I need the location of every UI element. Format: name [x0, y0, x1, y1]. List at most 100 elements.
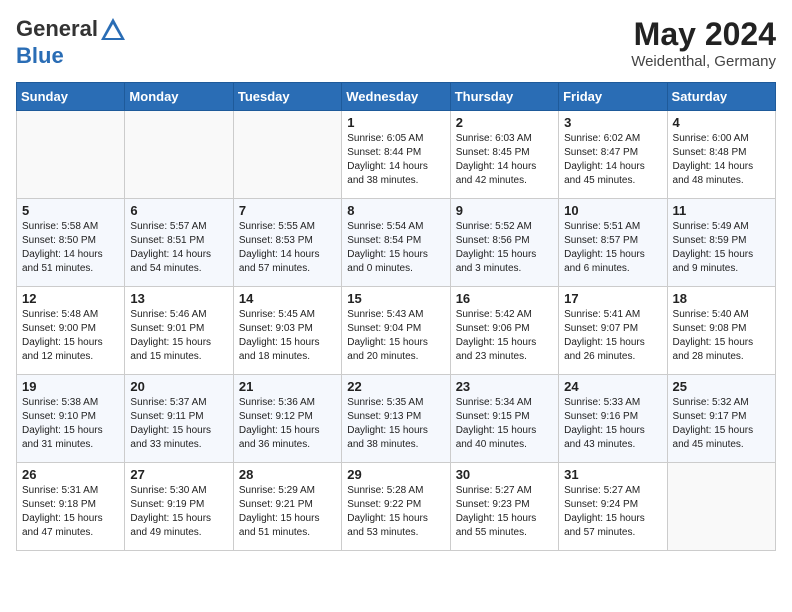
- calendar-cell: 22 Sunrise: 5:35 AM Sunset: 9:13 PM Dayli…: [342, 375, 450, 463]
- day-info: Sunrise: 5:30 AM Sunset: 9:19 PM Dayligh…: [130, 484, 227, 540]
- month-title: May 2024: [631, 16, 776, 53]
- day-info: Sunrise: 6:03 AM Sunset: 8:45 PM Dayligh…: [456, 132, 553, 188]
- calendar-cell: 8 Sunrise: 5:54 AM Sunset: 8:54 PM Daylig…: [342, 199, 450, 287]
- calendar-cell: 20Sunrise: 5:37 AM Sunset: 9:11 PM Dayli…: [125, 375, 233, 463]
- calendar-cell: 6 Sunrise: 5:57 AM Sunset: 8:51 PM Daylig…: [125, 199, 233, 287]
- day-info: Sunrise: 5:29 AM Sunset: 9:21 PM Dayligh…: [239, 484, 336, 540]
- day-info: Sunrise: 5:55 AM Sunset: 8:53 PM Dayligh…: [239, 220, 336, 276]
- day-info: Sunrise: 5:36 AM Sunset: 9:12 PM Dayligh…: [239, 396, 336, 452]
- day-number: 29: [347, 467, 444, 482]
- day-info: Sunrise: 5:33 AM Sunset: 9:16 PM Dayligh…: [564, 396, 661, 452]
- day-info: Sunrise: 5:51 AM Sunset: 8:57 PM Dayligh…: [564, 220, 661, 276]
- calendar-cell: 7 Sunrise: 5:55 AM Sunset: 8:53 PM Daylig…: [233, 199, 341, 287]
- day-number: 7: [239, 203, 336, 218]
- day-info: Sunrise: 5:49 AM Sunset: 8:59 PM Dayligh…: [673, 220, 770, 276]
- day-number: 18: [673, 291, 770, 306]
- calendar-cell: 2 Sunrise: 6:03 AM Sunset: 8:45 PM Daylig…: [450, 111, 558, 199]
- weekday-header: Thursday: [450, 83, 558, 111]
- day-number: 25: [673, 379, 770, 394]
- day-number: 13: [130, 291, 227, 306]
- day-info: Sunrise: 5:43 AM Sunset: 9:04 PM Dayligh…: [347, 308, 444, 364]
- day-info: Sunrise: 5:41 AM Sunset: 9:07 PM Dayligh…: [564, 308, 661, 364]
- location: Weidenthal, Germany: [631, 53, 776, 70]
- day-info: Sunrise: 5:42 AM Sunset: 9:06 PM Dayligh…: [456, 308, 553, 364]
- calendar-cell: 18 Sunrise: 5:40 AM Sunset: 9:08 PM Dayli…: [667, 287, 775, 375]
- calendar-cell: [17, 111, 125, 199]
- day-number: 17: [564, 291, 661, 306]
- calendar-cell: 24Sunrise: 5:33 AM Sunset: 9:16 PM Dayli…: [559, 375, 667, 463]
- calendar-cell: [667, 463, 775, 551]
- day-number: 22: [347, 379, 444, 394]
- logo: GeneralBlue: [16, 16, 128, 68]
- day-info: Sunrise: 5:52 AM Sunset: 8:56 PM Dayligh…: [456, 220, 553, 276]
- calendar-cell: 31 Sunrise: 5:27 AM Sunset: 9:24 PM Dayli…: [559, 463, 667, 551]
- calendar-cell: 5 Sunrise: 5:58 AM Sunset: 8:50 PM Daylig…: [17, 199, 125, 287]
- weekday-header: Monday: [125, 83, 233, 111]
- day-info: Sunrise: 6:02 AM Sunset: 8:47 PM Dayligh…: [564, 132, 661, 188]
- calendar-cell: 11 Sunrise: 5:49 AM Sunset: 8:59 PM Dayli…: [667, 199, 775, 287]
- day-number: 28: [239, 467, 336, 482]
- day-info: Sunrise: 5:37 AM Sunset: 9:11 PM Dayligh…: [130, 396, 227, 452]
- calendar-cell: 19Sunrise: 5:38 AM Sunset: 9:10 PM Dayli…: [17, 375, 125, 463]
- day-info: Sunrise: 6:05 AM Sunset: 8:44 PM Dayligh…: [347, 132, 444, 188]
- day-number: 6: [130, 203, 227, 218]
- weekday-header: Tuesday: [233, 83, 341, 111]
- day-info: Sunrise: 5:57 AM Sunset: 8:51 PM Dayligh…: [130, 220, 227, 276]
- day-info: Sunrise: 5:46 AM Sunset: 9:01 PM Dayligh…: [130, 308, 227, 364]
- day-number: 8: [347, 203, 444, 218]
- calendar-cell: 26 Sunrise: 5:31 AM Sunset: 9:18 PM Dayli…: [17, 463, 125, 551]
- day-info: Sunrise: 6:00 AM Sunset: 8:48 PM Dayligh…: [673, 132, 770, 188]
- calendar-cell: 12Sunrise: 5:48 AM Sunset: 9:00 PM Dayli…: [17, 287, 125, 375]
- calendar-table: SundayMondayTuesdayWednesdayThursdayFrid…: [16, 82, 776, 551]
- day-info: Sunrise: 5:45 AM Sunset: 9:03 PM Dayligh…: [239, 308, 336, 364]
- calendar-cell: 30Sunrise: 5:27 AM Sunset: 9:23 PM Dayli…: [450, 463, 558, 551]
- calendar-cell: 23 Sunrise: 5:34 AM Sunset: 9:15 PM Dayli…: [450, 375, 558, 463]
- weekday-header: Wednesday: [342, 83, 450, 111]
- day-number: 27: [130, 467, 227, 482]
- day-number: 2: [456, 115, 553, 130]
- calendar-cell: 27 Sunrise: 5:30 AM Sunset: 9:19 PM Dayli…: [125, 463, 233, 551]
- calendar-cell: 17 Sunrise: 5:41 AM Sunset: 9:07 PM Dayli…: [559, 287, 667, 375]
- day-number: 16: [456, 291, 553, 306]
- calendar-cell: 10 Sunrise: 5:51 AM Sunset: 8:57 PM Dayli…: [559, 199, 667, 287]
- day-number: 12: [22, 291, 119, 306]
- day-info: Sunrise: 5:40 AM Sunset: 9:08 PM Dayligh…: [673, 308, 770, 364]
- day-info: Sunrise: 5:38 AM Sunset: 9:10 PM Dayligh…: [22, 396, 119, 452]
- day-info: Sunrise: 5:54 AM Sunset: 8:54 PM Dayligh…: [347, 220, 444, 276]
- day-number: 11: [673, 203, 770, 218]
- title-block: May 2024 Weidenthal, Germany: [631, 16, 776, 70]
- day-info: Sunrise: 5:35 AM Sunset: 9:13 PM Dayligh…: [347, 396, 444, 452]
- calendar-cell: 13 Sunrise: 5:46 AM Sunset: 9:01 PM Dayli…: [125, 287, 233, 375]
- weekday-header: Saturday: [667, 83, 775, 111]
- calendar-cell: 21Sunrise: 5:36 AM Sunset: 9:12 PM Dayli…: [233, 375, 341, 463]
- calendar-cell: 15 Sunrise: 5:43 AM Sunset: 9:04 PM Dayli…: [342, 287, 450, 375]
- day-number: 1: [347, 115, 444, 130]
- day-number: 23: [456, 379, 553, 394]
- calendar-header: SundayMondayTuesdayWednesdayThursdayFrid…: [17, 83, 776, 111]
- calendar-cell: [125, 111, 233, 199]
- calendar-cell: 28 Sunrise: 5:29 AM Sunset: 9:21 PM Dayli…: [233, 463, 341, 551]
- calendar-cell: 14Sunrise: 5:45 AM Sunset: 9:03 PM Dayli…: [233, 287, 341, 375]
- day-info: Sunrise: 5:32 AM Sunset: 9:17 PM Dayligh…: [673, 396, 770, 452]
- day-info: Sunrise: 5:58 AM Sunset: 8:50 PM Dayligh…: [22, 220, 119, 276]
- logo-blue: Blue: [16, 43, 64, 68]
- day-info: Sunrise: 5:27 AM Sunset: 9:23 PM Dayligh…: [456, 484, 553, 540]
- weekday-header: Friday: [559, 83, 667, 111]
- calendar-cell: 9 Sunrise: 5:52 AM Sunset: 8:56 PM Daylig…: [450, 199, 558, 287]
- day-number: 26: [22, 467, 119, 482]
- page-header: GeneralBlue May 2024 Weidenthal, Germany: [16, 16, 776, 70]
- calendar-cell: [233, 111, 341, 199]
- calendar-cell: 16 Sunrise: 5:42 AM Sunset: 9:06 PM Dayli…: [450, 287, 558, 375]
- day-number: 10: [564, 203, 661, 218]
- day-info: Sunrise: 5:31 AM Sunset: 9:18 PM Dayligh…: [22, 484, 119, 540]
- day-number: 3: [564, 115, 661, 130]
- day-number: 5: [22, 203, 119, 218]
- day-info: Sunrise: 5:27 AM Sunset: 9:24 PM Dayligh…: [564, 484, 661, 540]
- day-number: 31: [564, 467, 661, 482]
- day-info: Sunrise: 5:34 AM Sunset: 9:15 PM Dayligh…: [456, 396, 553, 452]
- calendar-cell: 25 Sunrise: 5:32 AM Sunset: 9:17 PM Dayli…: [667, 375, 775, 463]
- day-info: Sunrise: 5:28 AM Sunset: 9:22 PM Dayligh…: [347, 484, 444, 540]
- calendar-cell: 4Sunrise: 6:00 AM Sunset: 8:48 PM Daylig…: [667, 111, 775, 199]
- day-number: 15: [347, 291, 444, 306]
- day-number: 9: [456, 203, 553, 218]
